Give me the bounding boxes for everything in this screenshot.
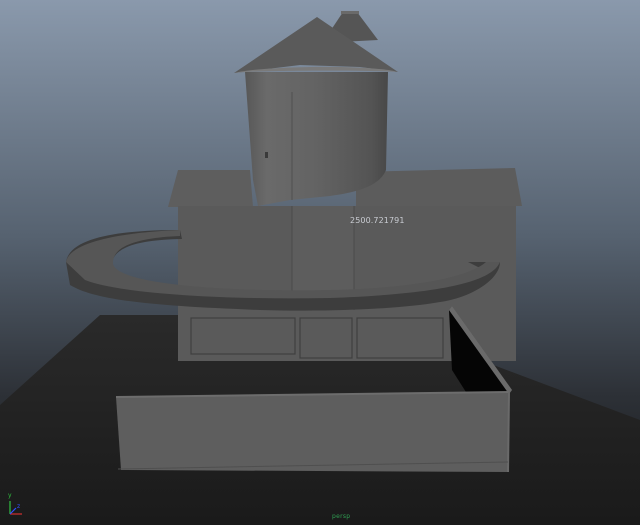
axis-gizmo: y z: [4, 492, 30, 518]
scene-canvas[interactable]: [0, 0, 640, 525]
distance-readout: 2500.721791: [350, 216, 405, 225]
tower-window: [265, 152, 268, 158]
axis-z-label: z: [17, 503, 21, 510]
tower-chimney-top: [341, 11, 359, 14]
front-wall-front-face[interactable]: [116, 392, 509, 472]
maya-perspective-viewport[interactable]: 2500.721791 persp y z: [0, 0, 640, 525]
main-building-roof-left[interactable]: [168, 170, 253, 207]
front-wall-right-edge: [507, 391, 510, 473]
tower-cylinder[interactable]: [245, 72, 388, 206]
axis-z-line: [9, 507, 17, 515]
axis-y-label: y: [8, 492, 12, 499]
camera-name-label: persp: [332, 513, 351, 520]
